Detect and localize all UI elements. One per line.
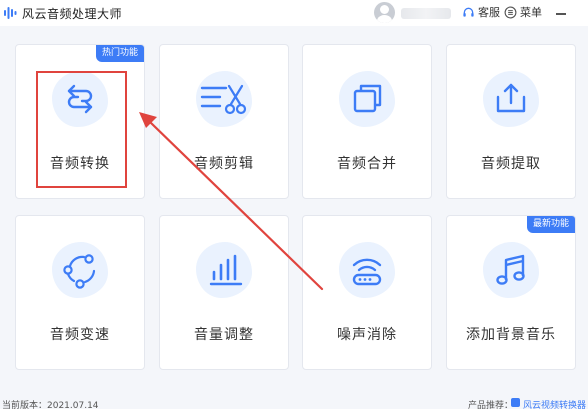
hot-feature-badge: 热门功能: [95, 45, 144, 62]
card-label: 音量调整: [194, 327, 254, 343]
scissors-icon: [200, 84, 247, 115]
app-logo-icon: [4, 7, 17, 19]
app-title: 风云音频处理大师: [22, 7, 123, 21]
recommend-label: 产品推荐：: [468, 401, 514, 409]
card-noise-removal[interactable]: 噪声消除: [302, 215, 432, 370]
card-audio-speed[interactable]: 音频变速: [15, 215, 145, 370]
convert-arrows-icon: [67, 84, 93, 114]
avatar-head-shape: [380, 5, 389, 14]
card-label: 音频变速: [50, 327, 110, 343]
headset-icon: [463, 7, 474, 17]
user-avatar[interactable]: [374, 2, 395, 23]
avatar-body-shape: [377, 15, 392, 23]
minimize-icon[interactable]: [553, 5, 569, 19]
card-label: 音频提取: [481, 156, 541, 172]
title-bar: 风云音频处理大师 客服 菜单: [0, 0, 588, 26]
card-audio-extract[interactable]: 音频提取: [446, 44, 576, 199]
card-label: 添加背景音乐: [466, 327, 556, 343]
recommended-product-link[interactable]: 风云视频转换器: [523, 398, 586, 409]
menu-label: 菜单: [520, 6, 542, 19]
new-feature-badge: 最新功能: [526, 216, 575, 233]
card-audio-merge[interactable]: 音频合并: [302, 44, 432, 199]
customer-service-button[interactable]: 客服: [462, 4, 500, 20]
customer-service-label: 客服: [478, 6, 500, 19]
card-label: 音频合并: [337, 156, 397, 172]
menu-circle-icon: [504, 6, 517, 18]
merge-squares-icon: [353, 84, 382, 113]
card-audio-clip[interactable]: 音频剪辑: [159, 44, 289, 199]
speed-cycle-icon: [63, 254, 96, 289]
username-blurred[interactable]: [401, 8, 451, 19]
noise-wifi-icon: [352, 258, 382, 286]
card-label: 音频剪辑: [194, 156, 254, 172]
card-volume-adjust[interactable]: 音量调整: [159, 215, 289, 370]
menu-button[interactable]: 菜单: [504, 4, 542, 20]
extract-upload-icon: [496, 83, 526, 113]
card-label: 音频转换: [50, 156, 110, 172]
product-app-icon[interactable]: [511, 398, 520, 407]
version-label: 当前版本：2021.07.14: [2, 401, 99, 409]
status-bar: 当前版本：2021.07.14 产品推荐： 风云视频转换器: [0, 398, 588, 409]
music-note-icon: [496, 254, 525, 285]
card-audio-convert[interactable]: 热门功能 音频转换: [15, 44, 145, 199]
card-add-bgm[interactable]: 最新功能 添加背景音乐: [446, 215, 576, 370]
card-label: 噪声消除: [337, 327, 397, 343]
volume-bars-icon: [209, 254, 243, 286]
